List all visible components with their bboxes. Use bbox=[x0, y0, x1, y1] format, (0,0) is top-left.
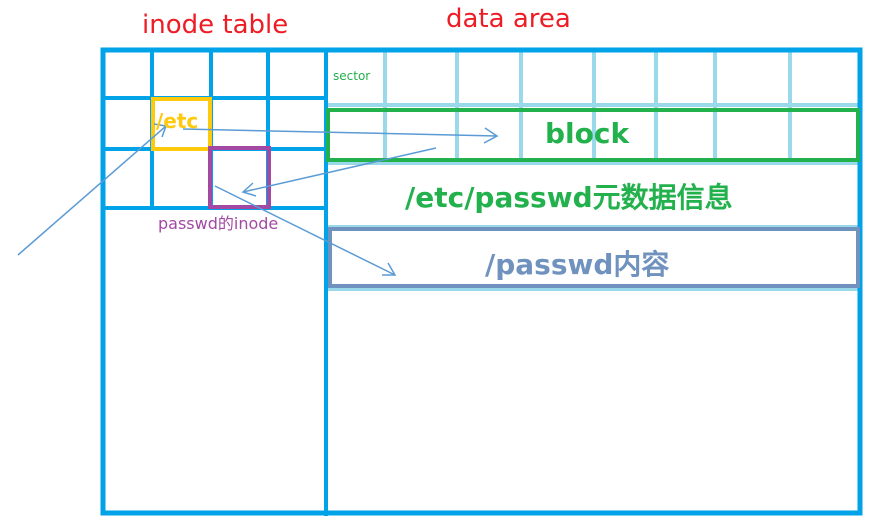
etc-label: /etc bbox=[156, 109, 199, 133]
disk-outer-border bbox=[100, 47, 863, 516]
arrow-etc-to-block bbox=[182, 128, 498, 137]
metadata-label: /etc/passwd元数据信息 bbox=[405, 181, 733, 214]
inode-grid bbox=[103, 50, 328, 516]
passwd-content-label: /passwd内容 bbox=[485, 248, 670, 281]
filesystem-diagram bbox=[17, 47, 863, 516]
sector-label: sector bbox=[333, 69, 371, 83]
arrow-root-to-etc bbox=[17, 125, 167, 256]
block-label: block bbox=[545, 117, 630, 150]
passwd-inode-label: passwd的inode bbox=[158, 214, 279, 233]
